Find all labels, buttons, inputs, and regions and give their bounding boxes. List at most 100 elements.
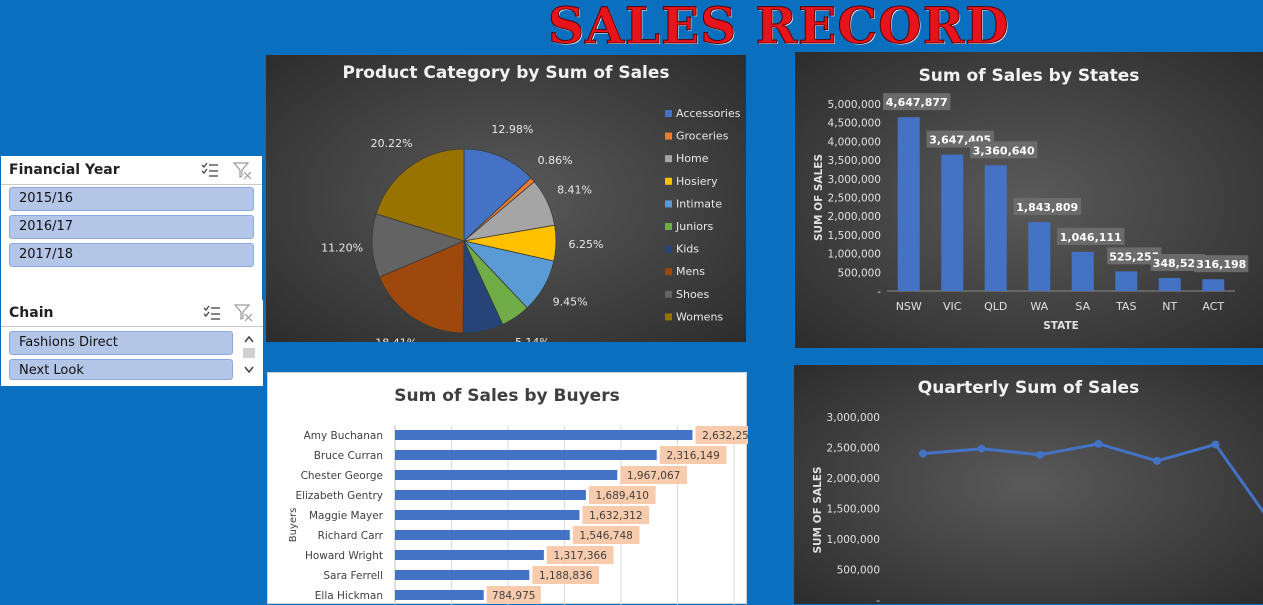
data-label: 3,360,640 <box>973 144 1035 157</box>
y-tick-label: 1,000,000 <box>828 249 881 261</box>
data-point <box>1094 439 1103 448</box>
buyers-bar-chart: Amy Buchanan 2,632,255 Bruce Curran 2,316,1… <box>288 425 748 605</box>
y-tick-label: 4,000,000 <box>828 136 881 148</box>
multi-select-icon[interactable] <box>201 162 219 178</box>
y-tick-label: Amy Buchanan <box>304 430 383 442</box>
legend-swatch <box>665 110 672 117</box>
pie-data-label: 5.14% <box>515 336 550 342</box>
bar <box>1115 271 1138 291</box>
legend-entry: Mens <box>676 265 705 278</box>
y-tick-label: 500,000 <box>837 565 880 577</box>
slicer-item-fashions-direct[interactable]: Fashions Direct <box>9 331 233 355</box>
data-point <box>977 444 986 453</box>
pie-data-label: 6.25% <box>568 238 603 251</box>
bar <box>395 490 586 500</box>
legend-entry: Home <box>676 152 709 165</box>
y-tick-label: 2,000,000 <box>828 211 881 223</box>
bar <box>1028 222 1051 291</box>
legend-swatch <box>665 290 672 298</box>
scroll-thumb <box>243 348 255 358</box>
y-tick-label: 1,000,000 <box>827 534 880 546</box>
slicer-item-next-look[interactable]: Next Look <box>9 359 233 380</box>
data-label: 4,647,877 <box>886 96 948 109</box>
slicer-item-2015-16[interactable]: 2015/16 <box>9 187 254 211</box>
bar <box>897 117 920 291</box>
pie-data-label: 11.20% <box>321 241 363 254</box>
bar <box>395 530 570 540</box>
data-label: 2,632,255 <box>702 430 748 442</box>
x-tick-label: ACT <box>1202 300 1224 313</box>
slicer-financial-year: Financial Year 2015/16 2016/17 2017/18 <box>1 156 262 300</box>
legend-swatch <box>665 132 672 140</box>
legend-entry: Juniors <box>675 220 713 233</box>
y-axis-title: Buyers <box>288 508 299 543</box>
clear-filter-icon[interactable] <box>233 304 253 322</box>
legend-swatch <box>665 200 672 208</box>
scroll-down-icon <box>244 366 254 374</box>
y-tick-label: Bruce Curran <box>314 450 383 462</box>
bar <box>1202 279 1225 291</box>
legend-swatch <box>665 313 672 321</box>
bar <box>395 510 580 520</box>
y-tick-label: - <box>876 595 880 604</box>
y-axis-title: SUM OF SALES <box>812 466 824 553</box>
bar <box>1071 251 1094 291</box>
slicer-chain: Chain Fashions Direct Next Look <box>1 300 263 386</box>
legend-entry: Groceries <box>676 130 729 143</box>
data-label: 2,316,149 <box>666 450 719 462</box>
data-label: 1,632,312 <box>589 510 642 522</box>
legend-entry: Intimate <box>676 197 722 210</box>
multi-select-icon[interactable] <box>203 305 221 321</box>
pie-chart: 12.98%0.86%8.41%6.25%9.45%5.14%7.07%18.4… <box>321 107 741 342</box>
y-tick-label: Richard Carr <box>318 530 384 542</box>
bar <box>395 570 530 580</box>
data-label: 1,188,836 <box>539 570 593 582</box>
y-tick-label: Maggie Mayer <box>309 510 384 522</box>
legend-swatch <box>665 155 672 163</box>
y-tick-label: 500,000 <box>838 267 881 279</box>
legend-swatch <box>665 245 672 253</box>
legend-entry: Hosiery <box>676 175 718 188</box>
data-label: 1,046,111 <box>1060 231 1122 244</box>
slicer-scrollbar[interactable] <box>241 331 257 381</box>
x-tick-label: WA <box>1030 300 1048 313</box>
bar <box>395 450 657 460</box>
x-tick-label: TAS <box>1115 300 1136 313</box>
states-bar-chart: - 500,000 1,000,000 1,500,000 2,000,000 2,500… <box>813 93 1249 332</box>
data-label: 1,967,067 <box>627 470 680 482</box>
clear-filter-icon[interactable] <box>232 162 252 180</box>
x-axis-title: STATE <box>1043 320 1079 332</box>
x-tick-label: NSW <box>896 300 922 313</box>
y-tick-label: 2,000,000 <box>827 473 880 485</box>
y-tick-label: Sara Ferrell <box>323 570 383 582</box>
data-label: 1,689,410 <box>596 490 649 502</box>
data-point <box>919 449 927 458</box>
y-tick-label: 2,500,000 <box>827 443 880 455</box>
y-axis-title: SUM OF SALES <box>813 154 825 241</box>
bar <box>941 154 964 291</box>
bar <box>395 550 544 560</box>
legend-swatch <box>665 268 672 276</box>
slicer-item-2016-17[interactable]: 2016/17 <box>9 215 254 239</box>
legend-swatch <box>665 177 672 185</box>
y-tick-label: 3,500,000 <box>828 155 881 167</box>
data-label: 316,198 <box>1196 258 1246 271</box>
bar <box>395 590 484 600</box>
quarterly-line-chart: - 500,000 1,000,000 1,500,000 2,000,000 2,500… <box>812 412 1263 604</box>
y-tick-label: Chester George <box>301 470 383 482</box>
y-tick-label: 1,500,000 <box>828 230 881 242</box>
data-label: 1,843,809 <box>1016 201 1078 214</box>
y-tick-label: Howard Wright <box>305 550 383 562</box>
pie-data-label: 8.41% <box>557 183 592 196</box>
pie-chart-panel: Product Category by Sum of Sales 12.98% 0… <box>266 55 746 342</box>
pie-data-label: 20.22% <box>371 137 413 150</box>
dashboard-title-banner: SALES RECORD <box>0 0 1263 54</box>
bar <box>395 470 618 480</box>
y-tick-label: 3,000,000 <box>828 174 881 186</box>
x-tick-label: VIC <box>943 300 962 313</box>
buyers-chart-panel: Sum of Sales by Buyers Amy Buchanan 2,632… <box>267 372 748 605</box>
x-tick-label: SA <box>1075 300 1090 313</box>
slicer-item-2017-18[interactable]: 2017/18 <box>9 243 254 267</box>
legend-entry: Kids <box>676 243 699 256</box>
slicer-header: Chain <box>1 300 263 327</box>
